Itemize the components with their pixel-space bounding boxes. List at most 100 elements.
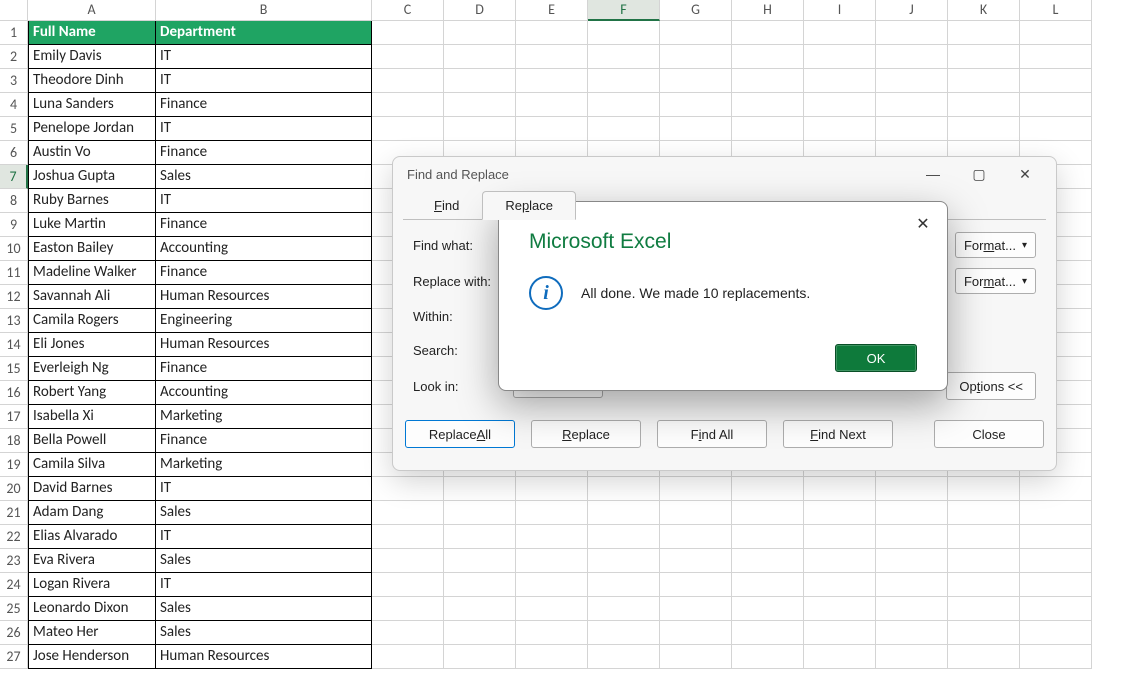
cell-L1[interactable]: [1020, 21, 1092, 45]
cell-F5[interactable]: [588, 117, 660, 141]
cell-B27[interactable]: Human Resources: [156, 645, 372, 669]
cell-B6[interactable]: Finance: [156, 141, 372, 165]
row-header-18[interactable]: 18: [0, 429, 28, 453]
cell-E24[interactable]: [516, 573, 588, 597]
cell-J22[interactable]: [876, 525, 948, 549]
cell-F3[interactable]: [588, 69, 660, 93]
cell-L2[interactable]: [1020, 45, 1092, 69]
row-header-4[interactable]: 4: [0, 93, 28, 117]
cell-J21[interactable]: [876, 501, 948, 525]
row-header-19[interactable]: 19: [0, 453, 28, 477]
row-header-7[interactable]: 7: [0, 165, 28, 189]
cell-J24[interactable]: [876, 573, 948, 597]
cell-B11[interactable]: Finance: [156, 261, 372, 285]
cell-F4[interactable]: [588, 93, 660, 117]
cell-D2[interactable]: [444, 45, 516, 69]
column-header-C[interactable]: C: [372, 0, 444, 21]
cell-F20[interactable]: [588, 477, 660, 501]
row-header-9[interactable]: 9: [0, 213, 28, 237]
cell-I1[interactable]: [804, 21, 876, 45]
cell-H27[interactable]: [732, 645, 804, 669]
cell-I26[interactable]: [804, 621, 876, 645]
row-header-17[interactable]: 17: [0, 405, 28, 429]
cell-A13[interactable]: Camila Rogers: [28, 309, 156, 333]
column-header-D[interactable]: D: [444, 0, 516, 21]
cell-B19[interactable]: Marketing: [156, 453, 372, 477]
cell-L23[interactable]: [1020, 549, 1092, 573]
cell-D26[interactable]: [444, 621, 516, 645]
cell-L24[interactable]: [1020, 573, 1092, 597]
cell-B20[interactable]: IT: [156, 477, 372, 501]
cell-H2[interactable]: [732, 45, 804, 69]
column-header-L[interactable]: L: [1020, 0, 1092, 21]
cell-G27[interactable]: [660, 645, 732, 669]
select-all-corner[interactable]: [0, 0, 28, 21]
cell-K1[interactable]: [948, 21, 1020, 45]
cell-I22[interactable]: [804, 525, 876, 549]
cell-A2[interactable]: Emily Davis: [28, 45, 156, 69]
cell-C4[interactable]: [372, 93, 444, 117]
cell-A21[interactable]: Adam Dang: [28, 501, 156, 525]
column-header-I[interactable]: I: [804, 0, 876, 21]
cell-B5[interactable]: IT: [156, 117, 372, 141]
cell-D24[interactable]: [444, 573, 516, 597]
cell-I4[interactable]: [804, 93, 876, 117]
cell-B12[interactable]: Human Resources: [156, 285, 372, 309]
row-header-6[interactable]: 6: [0, 141, 28, 165]
cell-H21[interactable]: [732, 501, 804, 525]
cell-H20[interactable]: [732, 477, 804, 501]
cell-E22[interactable]: [516, 525, 588, 549]
cell-B10[interactable]: Accounting: [156, 237, 372, 261]
cell-G21[interactable]: [660, 501, 732, 525]
cell-B22[interactable]: IT: [156, 525, 372, 549]
cell-D4[interactable]: [444, 93, 516, 117]
cell-A7[interactable]: Joshua Gupta: [28, 165, 156, 189]
cell-E4[interactable]: [516, 93, 588, 117]
cell-A8[interactable]: Ruby Barnes: [28, 189, 156, 213]
cell-H25[interactable]: [732, 597, 804, 621]
cell-E23[interactable]: [516, 549, 588, 573]
cell-B16[interactable]: Accounting: [156, 381, 372, 405]
cell-F2[interactable]: [588, 45, 660, 69]
column-header-G[interactable]: G: [660, 0, 732, 21]
cell-C21[interactable]: [372, 501, 444, 525]
maximize-button[interactable]: ▢: [956, 159, 1002, 189]
cell-G3[interactable]: [660, 69, 732, 93]
alert-ok-button[interactable]: OK: [835, 344, 917, 372]
cell-K23[interactable]: [948, 549, 1020, 573]
cell-E20[interactable]: [516, 477, 588, 501]
cell-K3[interactable]: [948, 69, 1020, 93]
cell-C24[interactable]: [372, 573, 444, 597]
minimize-button[interactable]: —: [910, 159, 956, 189]
column-header-E[interactable]: E: [516, 0, 588, 21]
row-header-8[interactable]: 8: [0, 189, 28, 213]
cell-B21[interactable]: Sales: [156, 501, 372, 525]
row-header-24[interactable]: 24: [0, 573, 28, 597]
cell-I3[interactable]: [804, 69, 876, 93]
cell-B23[interactable]: Sales: [156, 549, 372, 573]
cell-A10[interactable]: Easton Bailey: [28, 237, 156, 261]
close-dialog-button[interactable]: Close: [934, 420, 1044, 448]
column-header-F[interactable]: F: [588, 0, 660, 21]
cell-G1[interactable]: [660, 21, 732, 45]
cell-A19[interactable]: Camila Silva: [28, 453, 156, 477]
cell-A27[interactable]: Jose Henderson: [28, 645, 156, 669]
cell-C3[interactable]: [372, 69, 444, 93]
cell-A9[interactable]: Luke Martin: [28, 213, 156, 237]
cell-K22[interactable]: [948, 525, 1020, 549]
row-header-13[interactable]: 13: [0, 309, 28, 333]
cell-K4[interactable]: [948, 93, 1020, 117]
cell-C5[interactable]: [372, 117, 444, 141]
cell-L5[interactable]: [1020, 117, 1092, 141]
cell-F25[interactable]: [588, 597, 660, 621]
cell-B2[interactable]: IT: [156, 45, 372, 69]
cell-H23[interactable]: [732, 549, 804, 573]
cell-L27[interactable]: [1020, 645, 1092, 669]
cell-B8[interactable]: IT: [156, 189, 372, 213]
cell-B26[interactable]: Sales: [156, 621, 372, 645]
cell-H1[interactable]: [732, 21, 804, 45]
cell-A22[interactable]: Elias Alvarado: [28, 525, 156, 549]
cell-A12[interactable]: Savannah Ali: [28, 285, 156, 309]
cell-G23[interactable]: [660, 549, 732, 573]
cell-H24[interactable]: [732, 573, 804, 597]
